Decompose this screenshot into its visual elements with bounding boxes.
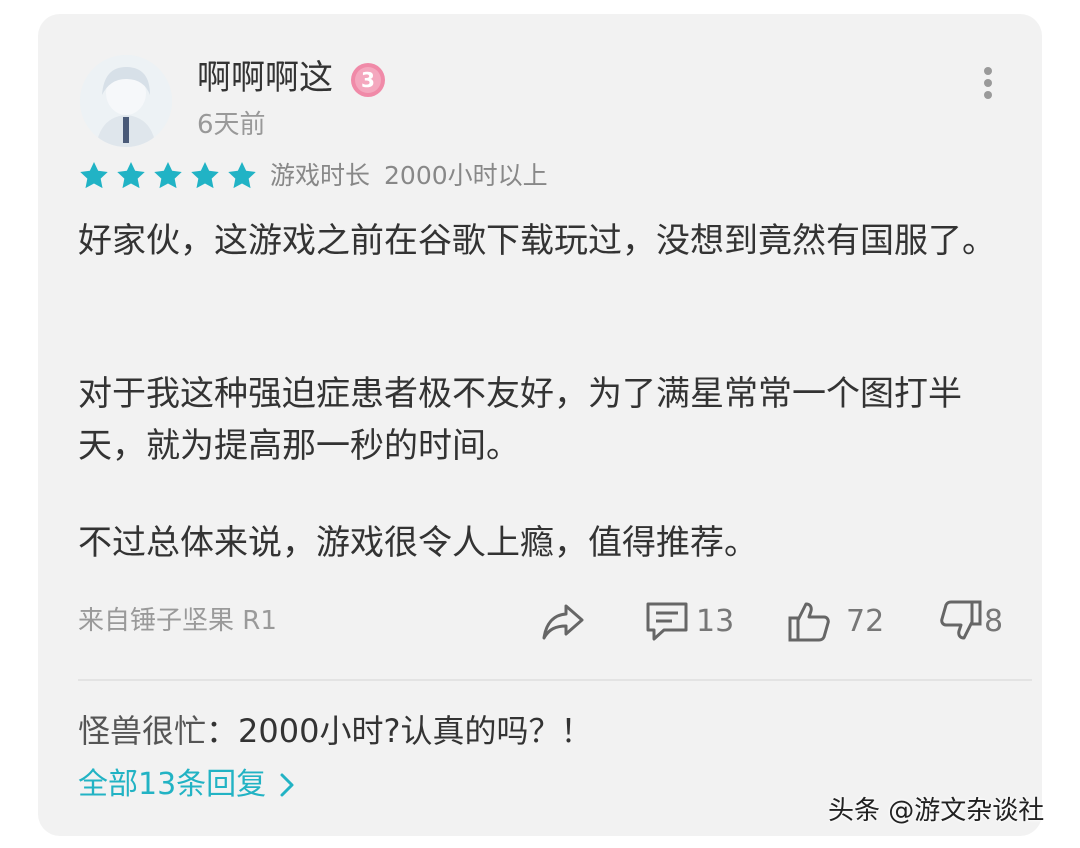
comment-count: 13 [696, 603, 735, 639]
level-badge-icon: 3 [351, 63, 385, 97]
review-paragraph: 不过总体来说，游戏很令人上瘾，值得推荐。 [78, 523, 758, 563]
star-icon [228, 162, 256, 189]
star-icon [80, 162, 108, 189]
more-options-icon[interactable] [978, 66, 998, 100]
svg-text:3: 3 [361, 68, 375, 92]
device-source: 来自锤子坚果 R1 [78, 606, 277, 636]
star-rating [78, 160, 258, 194]
view-all-replies-link[interactable]: 全部13条回复 [78, 764, 298, 806]
like-button[interactable]: 72 [786, 598, 884, 644]
review-paragraph: 对于我这种强迫症患者极不友好，为了满星常常一个图打半天，就为提高那一秒的时间。 [78, 374, 962, 466]
star-icon [117, 162, 145, 189]
reply-author[interactable]: 怪兽很忙 [78, 712, 206, 750]
divider [78, 679, 1032, 681]
avatar[interactable] [80, 55, 172, 147]
chevron-right-icon [280, 773, 294, 797]
thumbs-down-icon [940, 600, 982, 640]
watermark: 头条 @游文杂谈社 [828, 796, 1045, 826]
playtime-value: 2000小时以上 [384, 161, 548, 190]
dislike-button[interactable]: 8 [938, 598, 1003, 644]
thumbs-up-icon [788, 602, 830, 642]
reply-text: 2000小时?认真的吗？！ [238, 712, 593, 750]
comment-icon [646, 602, 688, 641]
view-all-replies-label: 全部13条回复 [78, 767, 267, 802]
dislike-count: 8 [984, 603, 1004, 639]
share-button[interactable] [540, 598, 586, 644]
reply-item[interactable]: 怪兽很忙：2000小时?认真的吗？！ [78, 708, 592, 754]
like-count: 72 [846, 603, 885, 639]
star-icon [191, 162, 219, 189]
star-icon [154, 162, 182, 189]
playtime: 游戏时长 2000小时以上 [270, 159, 562, 193]
playtime-label: 游戏时长 [270, 161, 371, 190]
comment-button[interactable]: 13 [644, 598, 734, 644]
username[interactable]: 啊啊啊这 [197, 58, 333, 98]
reply-separator: ： [206, 712, 239, 750]
share-icon [542, 604, 584, 640]
post-time: 6天前 [197, 110, 266, 140]
review-paragraph: 好家伙，这游戏之前在谷歌下载玩过，没想到竟然有国服了。 [78, 221, 996, 261]
